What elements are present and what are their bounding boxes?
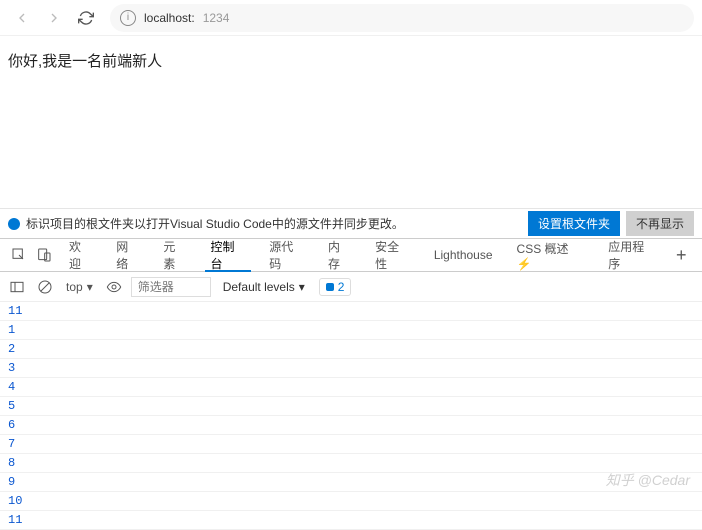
forward-button <box>40 4 68 32</box>
inspect-icon[interactable] <box>6 242 32 268</box>
issues-badge[interactable]: 2 <box>319 278 352 296</box>
context-selector[interactable]: top ▾ <box>62 280 97 294</box>
site-info-icon[interactable]: i <box>120 10 136 26</box>
console-line: 11 <box>0 511 702 530</box>
console-line: 5 <box>0 397 702 416</box>
console-line: 9 <box>0 473 702 492</box>
devtools-tabs: 欢迎网络元素控制台源代码内存安全性LighthouseCSS 概述 ⚡应用程序 … <box>0 238 702 272</box>
devtools-notice: 标识项目的根文件夹以打开Visual Studio Code中的源文件并同步更改… <box>0 208 702 238</box>
tab-9[interactable]: 应用程序 <box>596 238 666 272</box>
console-line: 2 <box>0 340 702 359</box>
tab-1[interactable]: 网络 <box>104 238 151 272</box>
address-port: 1234 <box>203 11 230 25</box>
tab-5[interactable]: 内存 <box>316 238 363 272</box>
tab-0[interactable]: 欢迎 <box>57 238 104 272</box>
set-root-folder-button[interactable]: 设置根文件夹 <box>528 211 620 236</box>
console-line: 10 <box>0 492 702 511</box>
back-button <box>8 4 36 32</box>
tab-3[interactable]: 控制台 <box>199 238 258 272</box>
browser-toolbar: i localhost: 1234 <box>0 0 702 36</box>
issue-dot-icon <box>326 283 334 291</box>
add-tab-button[interactable]: + <box>667 240 696 270</box>
console-line: 4 <box>0 378 702 397</box>
tab-8[interactable]: CSS 概述 ⚡ <box>505 238 597 272</box>
device-toggle-icon[interactable] <box>32 242 58 268</box>
live-expression-icon[interactable] <box>103 276 125 298</box>
info-dot-icon <box>8 218 20 230</box>
console-line: 7 <box>0 435 702 454</box>
dismiss-button[interactable]: 不再显示 <box>626 211 694 236</box>
address-bar[interactable]: i localhost: 1234 <box>110 4 694 32</box>
refresh-button[interactable] <box>72 4 100 32</box>
tab-2[interactable]: 元素 <box>151 238 198 272</box>
tab-7[interactable]: Lighthouse <box>422 238 505 272</box>
watermark: 知乎 @Cedar <box>606 470 690 490</box>
console-toolbar: top ▾ Default levels ▾ 2 <box>0 272 702 302</box>
address-host: localhost: <box>144 11 195 25</box>
page-content: 你好,我是一名前端新人 <box>0 36 702 208</box>
console-line: 3 <box>0 359 702 378</box>
page-text: 你好,我是一名前端新人 <box>8 53 162 70</box>
chevron-down-icon: ▾ <box>299 280 305 294</box>
console-line: 6 <box>0 416 702 435</box>
console-line: 1 <box>0 321 702 340</box>
tab-6[interactable]: 安全性 <box>363 238 422 272</box>
tab-4[interactable]: 源代码 <box>257 238 316 272</box>
clear-console-icon[interactable] <box>34 276 56 298</box>
sidebar-toggle-icon[interactable] <box>6 276 28 298</box>
notice-text: 标识项目的根文件夹以打开Visual Studio Code中的源文件并同步更改… <box>26 215 522 232</box>
console-line: 11 <box>0 302 702 321</box>
log-levels-selector[interactable]: Default levels ▾ <box>223 280 305 294</box>
console-line: 8 <box>0 454 702 473</box>
filter-input[interactable] <box>131 277 211 297</box>
chevron-down-icon: ▾ <box>87 280 93 294</box>
console-output: 111234567891011 <box>0 302 702 530</box>
